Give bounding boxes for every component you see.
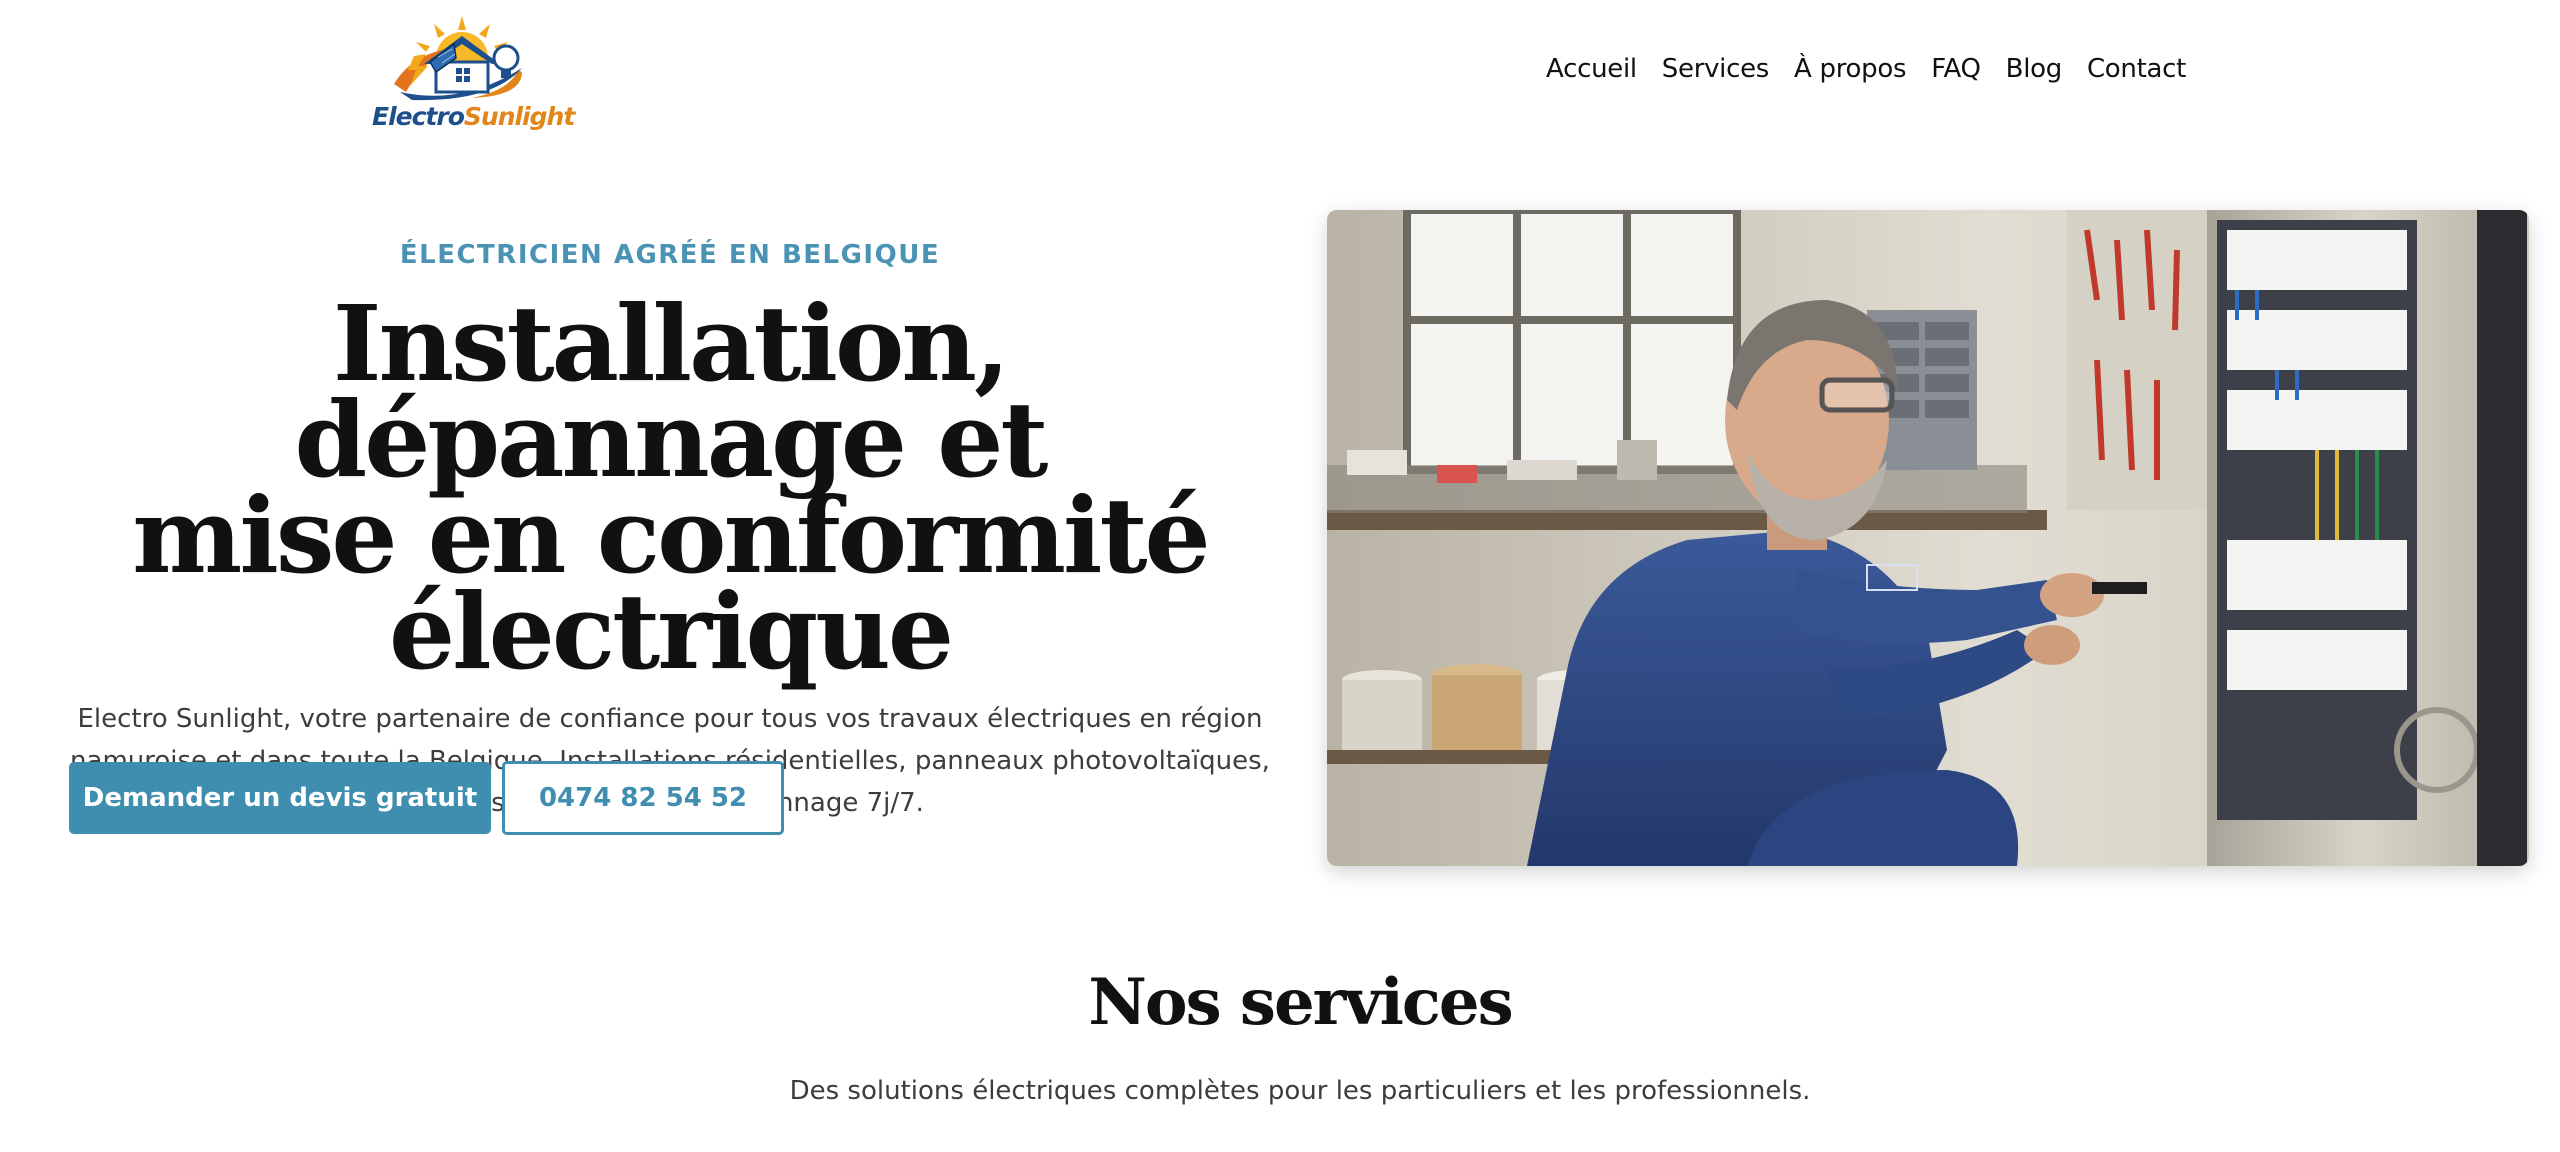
hero-cta-group: Demander un devis gratuit 0474 82 54 52 (69, 761, 784, 835)
logo-word-sunlight: Sunlight (463, 102, 575, 131)
phone-call-button[interactable]: 0474 82 54 52 (502, 761, 784, 835)
services-heading: Nos services (1088, 965, 1513, 1040)
nav-link-a-propos[interactable]: À propos (1794, 54, 1906, 84)
nav-link-accueil[interactable]: Accueil (1546, 54, 1637, 84)
nav-link-faq[interactable]: FAQ (1931, 54, 1981, 84)
nav-link-services[interactable]: Services (1662, 54, 1770, 84)
main-nav: Accueil Services À propos FAQ Blog Conta… (1546, 54, 2186, 84)
house-sun-logo-icon (394, 16, 522, 101)
electrician-photo-illustration (1327, 210, 2529, 866)
hero-electrician-photo (1327, 210, 2529, 866)
hero-title: Installation, dépannage et mise en confo… (50, 292, 1290, 684)
hero-title-line-3: électrique (388, 570, 954, 693)
nav-link-contact[interactable]: Contact (2087, 54, 2186, 84)
site-header: ElectroSunlight Accueil Services À propo… (0, 0, 2560, 150)
hero-eyebrow: ÉLECTRICIEN AGRÉÉ EN BELGIQUE (399, 240, 941, 270)
nav-link-blog[interactable]: Blog (2006, 54, 2063, 84)
logo-wordmark: ElectroSunlight (372, 102, 575, 131)
site-logo[interactable]: ElectroSunlight (372, 14, 575, 136)
hero-title-line-1: Installation, dépannage et (294, 282, 1049, 501)
services-subtitle: Des solutions électriques complètes pour… (789, 1076, 1811, 1106)
logo-word-electro: Electro (372, 102, 465, 131)
request-quote-button[interactable]: Demander un devis gratuit (69, 762, 491, 834)
hero-content: ÉLECTRICIEN AGRÉÉ EN BELGIQUE Installati… (50, 240, 1290, 824)
